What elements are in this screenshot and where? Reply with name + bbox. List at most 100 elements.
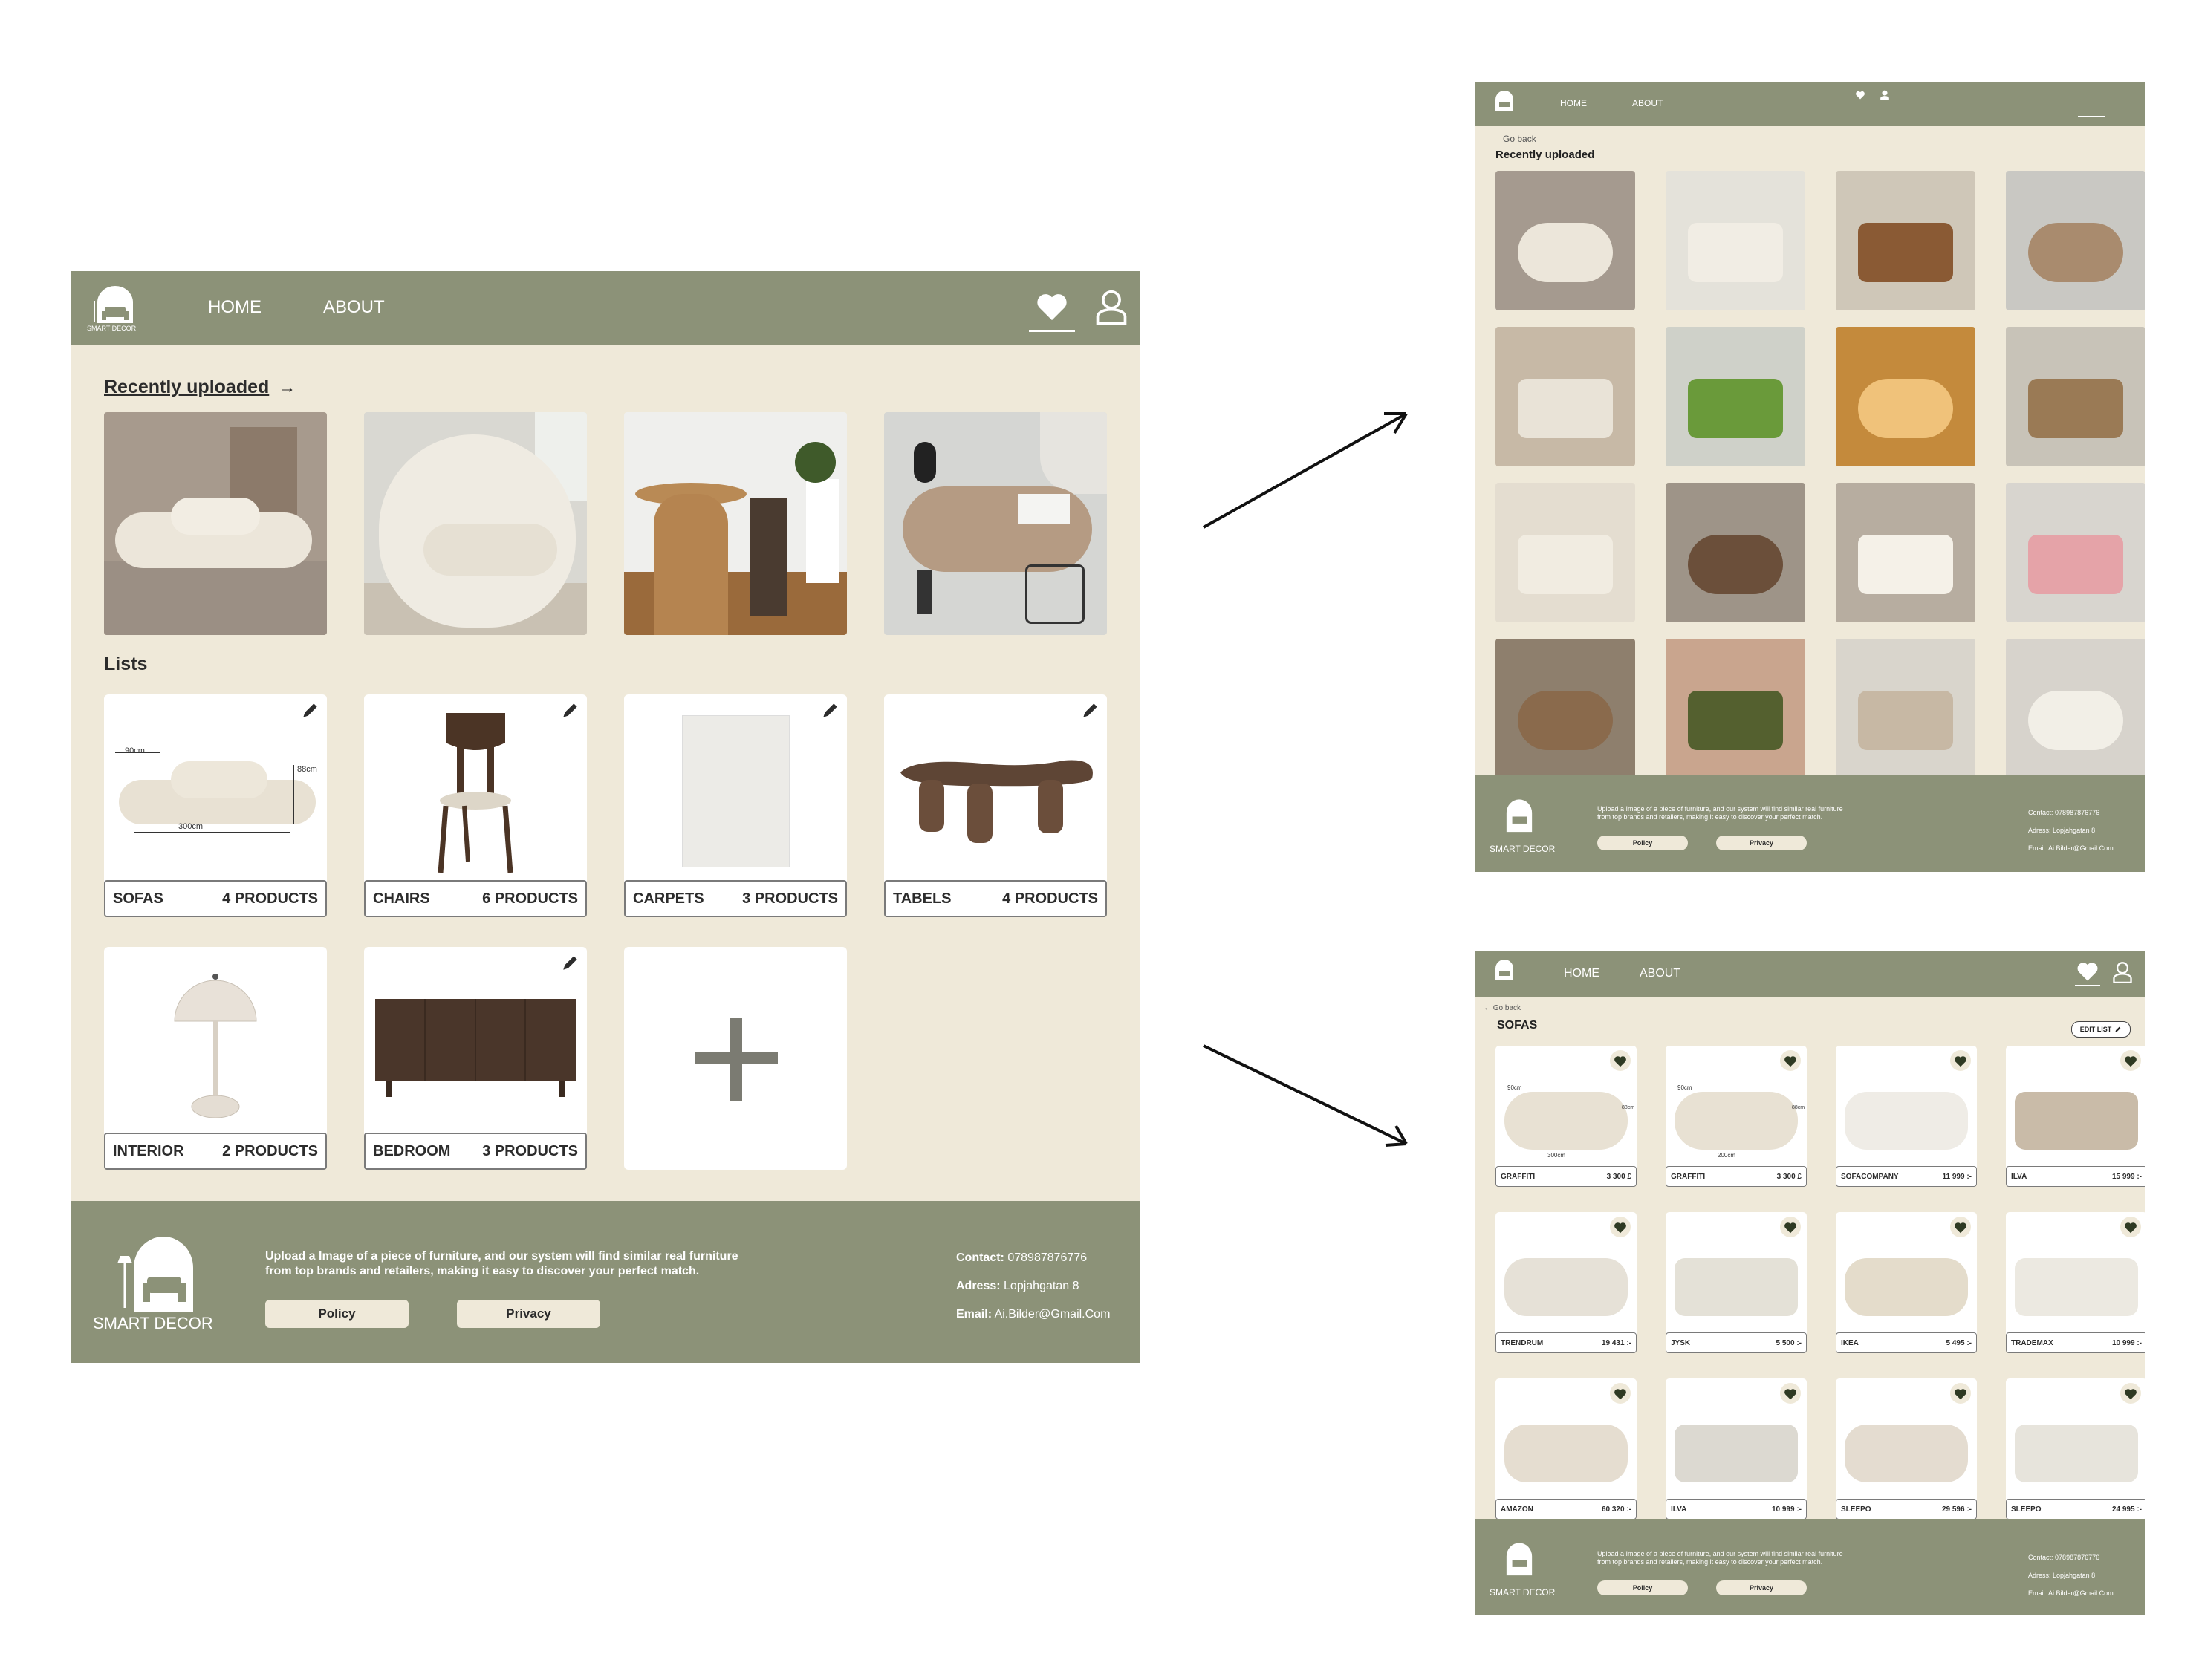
product-label: GRAFFITI 3 300 £ [1495, 1166, 1637, 1187]
pencil-icon[interactable] [561, 700, 580, 720]
recent-image-chair[interactable] [364, 412, 587, 635]
nav-home[interactable]: HOME [1564, 967, 1599, 980]
product-card[interactable]: TRADEMAX 10 999 :- [2006, 1212, 2145, 1353]
product-card[interactable]: IKEA 5 495 :- [1836, 1212, 1977, 1353]
nav-home[interactable]: HOME [1560, 98, 1587, 108]
product-card[interactable]: JYSK 5 500 :- [1666, 1212, 1807, 1353]
recent-thumbnail[interactable] [1666, 639, 1805, 778]
list-card-carpets[interactable]: CARPETS 3 PRODUCTS [624, 694, 847, 917]
policy-button[interactable]: Policy [1597, 836, 1688, 850]
privacy-button[interactable]: Privacy [457, 1300, 600, 1328]
policy-button[interactable]: Policy [1597, 1580, 1688, 1595]
thumbnail-object [1688, 535, 1783, 594]
recent-thumbnail[interactable] [1666, 483, 1805, 622]
favorite-button[interactable] [2120, 1383, 2141, 1404]
nav-about[interactable]: ABOUT [1632, 98, 1663, 108]
pencil-icon[interactable] [1081, 700, 1100, 720]
product-card[interactable]: SOFACOMPANY 11 999 :- [1836, 1046, 1977, 1187]
product-card[interactable]: ILVA 15 999 :- [2006, 1046, 2145, 1187]
list-card-interior[interactable]: INTERIOR 2 PRODUCTS [104, 947, 327, 1170]
go-back-link[interactable]: Go back [1503, 134, 1536, 144]
list-card-sofas[interactable]: 90cm 88cm 300cm SOFAS 4 PRODUCTS [104, 694, 327, 917]
favorite-button[interactable] [1950, 1050, 1971, 1071]
favorites-button[interactable] [2075, 961, 2100, 986]
user-icon[interactable] [2112, 961, 2133, 983]
sofa-image [1504, 1092, 1628, 1150]
list-card-chairs[interactable]: CHAIRS 6 PRODUCTS [364, 694, 587, 917]
go-back-link[interactable]: ← Go back [1484, 1004, 1521, 1012]
footer-description: Upload a Image of a piece of furniture, … [1597, 805, 1843, 821]
edit-list-button[interactable]: EDIT LIST [2071, 1021, 2131, 1038]
product-brand: TRADEMAX [2011, 1338, 2053, 1347]
recent-thumbnail[interactable] [1836, 327, 1975, 466]
add-list-button[interactable] [624, 947, 847, 1170]
logo-icon[interactable] [1497, 794, 1542, 835]
recent-thumbnail[interactable] [2006, 483, 2145, 622]
sofa-image [1845, 1258, 1968, 1316]
profile-button[interactable] [1094, 289, 1131, 328]
recent-thumbnail[interactable] [2006, 639, 2145, 778]
recent-thumbnail[interactable] [1836, 483, 1975, 622]
recent-thumbnail[interactable] [2006, 171, 2145, 310]
privacy-button[interactable]: Privacy [1716, 1580, 1807, 1595]
favorite-button[interactable] [1610, 1383, 1631, 1404]
pencil-icon[interactable] [301, 700, 320, 720]
favorite-button[interactable] [2120, 1050, 2141, 1071]
favorite-button[interactable] [1950, 1217, 1971, 1237]
product-card[interactable]: 90cm 200cm 88cm GRAFFITI 3 300 £ [1666, 1046, 1807, 1187]
thumbnail-object [1518, 379, 1613, 438]
logo-icon[interactable] [1497, 1537, 1542, 1578]
recent-thumbnail[interactable] [2006, 327, 2145, 466]
recent-thumbnail[interactable] [1495, 639, 1635, 778]
favorite-button[interactable] [1780, 1050, 1801, 1071]
sofa-image [1504, 1425, 1628, 1482]
list-card-tabels[interactable]: TABELS 4 PRODUCTS [884, 694, 1107, 917]
favorite-button[interactable] [1610, 1217, 1631, 1237]
favorite-button[interactable] [1610, 1050, 1631, 1071]
pencil-icon[interactable] [821, 700, 840, 720]
logo-icon[interactable] [1490, 89, 1519, 111]
recent-thumbnail[interactable] [1666, 327, 1805, 466]
user-icon[interactable] [1880, 89, 1890, 101]
lamp-image [174, 974, 257, 1118]
recent-image-table[interactable] [624, 412, 847, 635]
recent-thumbnail[interactable] [1495, 483, 1635, 622]
footer-contact: Contact: 078987876776 Adress: Lopjahgata… [2028, 809, 2114, 852]
product-card[interactable]: AMAZON 60 320 :- [1495, 1378, 1637, 1520]
favorite-button[interactable] [2120, 1217, 2141, 1237]
recent-image-sofa[interactable] [104, 412, 327, 635]
favorites-button[interactable] [1029, 289, 1075, 332]
recent-thumbnail[interactable] [1836, 171, 1975, 310]
recent-thumbnail[interactable] [1836, 639, 1975, 778]
product-card[interactable]: ILVA 10 999 :- [1666, 1378, 1807, 1520]
list-card-bedroom[interactable]: BEDROOM 3 PRODUCTS [364, 947, 587, 1170]
recent-page-title: Recently uploaded [1495, 149, 1595, 161]
recent-thumbnail[interactable] [1495, 327, 1635, 466]
logo[interactable]: SMART DECOR [85, 284, 145, 333]
logo-icon[interactable] [1490, 958, 1519, 980]
pencil-icon[interactable] [561, 953, 580, 972]
product-card[interactable]: 90cm 300cm 88cm GRAFFITI 3 300 £ [1495, 1046, 1637, 1187]
nav-about[interactable]: ABOUT [323, 297, 385, 318]
privacy-button[interactable]: Privacy [1716, 836, 1807, 850]
recently-uploaded-link[interactable]: Recently uploaded → [104, 377, 296, 398]
recent-thumbnail[interactable] [1495, 171, 1635, 310]
recent-thumbnail[interactable] [1666, 171, 1805, 310]
product-card[interactable]: SLEEPO 24 995 :- [2006, 1378, 2145, 1520]
nav-home[interactable]: HOME [208, 297, 262, 318]
heart-icon [2077, 963, 2098, 981]
nav-about[interactable]: ABOUT [1640, 967, 1680, 980]
favorite-button[interactable] [1950, 1383, 1971, 1404]
product-card[interactable]: SLEEPO 29 596 :- [1836, 1378, 1977, 1520]
footer-logo[interactable]: SMART DECOR [93, 1231, 234, 1342]
favorite-button[interactable] [1780, 1217, 1801, 1237]
product-card[interactable]: TRENDRUM 19 431 :- [1495, 1212, 1637, 1353]
favorite-button[interactable] [1780, 1383, 1801, 1404]
heart-icon[interactable] [1855, 91, 1865, 100]
list-name: BEDROOM [373, 1142, 451, 1159]
heart-icon [2125, 1222, 2137, 1234]
recent-footer: SMART DECOR Upload a Image of a piece of… [1475, 775, 2145, 872]
policy-button[interactable]: Policy [265, 1300, 409, 1328]
product-label: GRAFFITI 3 300 £ [1666, 1166, 1807, 1187]
recent-image-coffee-table[interactable] [884, 412, 1107, 635]
